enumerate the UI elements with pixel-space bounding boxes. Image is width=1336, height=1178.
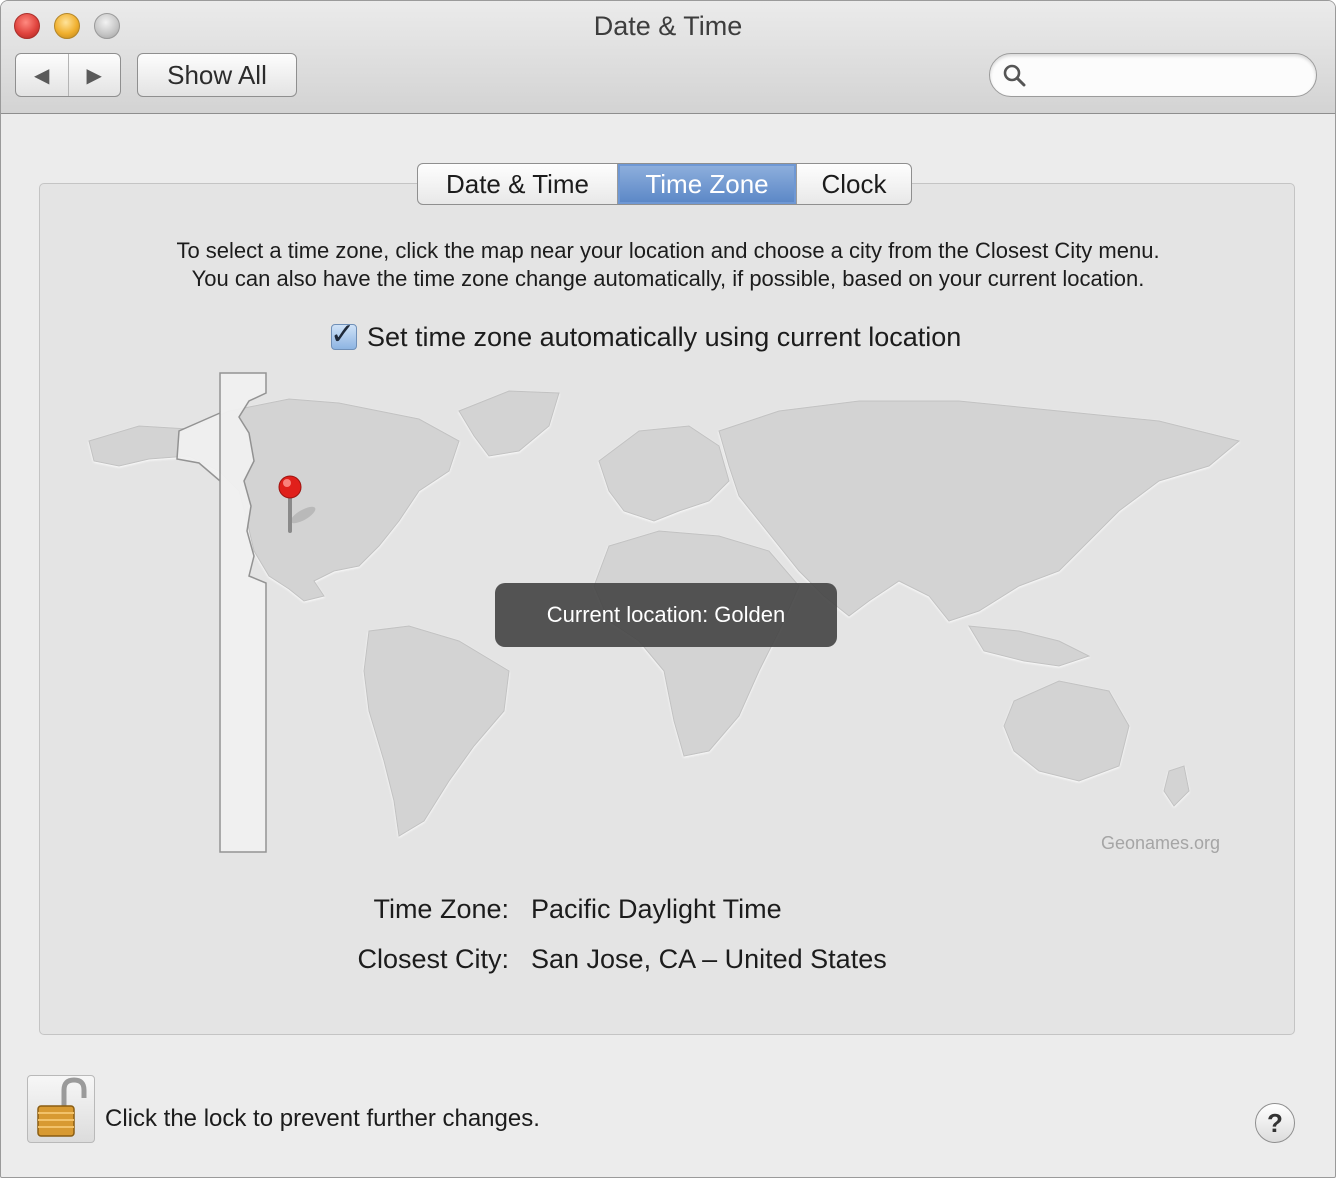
chevron-right-icon: ▶ — [86, 64, 102, 87]
back-button[interactable]: ◀ — [16, 54, 68, 96]
tab-date-time[interactable]: Date & Time — [418, 164, 617, 204]
checkmark-icon: ✓ — [330, 318, 356, 351]
current-location-tooltip: Current location: Golden — [495, 583, 837, 647]
tab-clock[interactable]: Clock — [796, 164, 911, 204]
title-bar: Date & Time ◀ ▶ Show All — [1, 1, 1335, 114]
search-input[interactable] — [1034, 60, 1302, 90]
question-mark-icon: ? — [1267, 1107, 1283, 1138]
search-icon — [1003, 64, 1026, 87]
show-all-button[interactable]: Show All — [137, 53, 297, 97]
auto-time-zone-option[interactable]: ✓ Set time zone automatically using curr… — [330, 318, 962, 353]
tab-time-zone[interactable]: Time Zone — [617, 164, 796, 204]
australia-landmass — [1003, 680, 1130, 782]
auto-time-zone-label: Set time zone automatically using curren… — [367, 321, 962, 352]
closest-city-label: Closest City: — [357, 944, 509, 974]
map-credit: Geonames.org — [1101, 833, 1221, 853]
time-zone-value: Pacific Daylight Time — [531, 894, 782, 924]
lock-status-text: Click the lock to prevent further change… — [105, 1105, 540, 1132]
chevron-left-icon: ◀ — [34, 64, 50, 87]
open-padlock-icon — [37, 1077, 87, 1137]
europe-landmass — [598, 425, 730, 522]
north-america-landmass — [88, 398, 460, 602]
time-zone-label: Time Zone: — [373, 894, 509, 924]
forward-button[interactable]: ▶ — [67, 54, 121, 96]
back-forward-control: ◀ ▶ — [15, 53, 121, 97]
instructions-line-1: To select a time zone, click the map nea… — [176, 238, 1160, 263]
closest-city-popup[interactable]: San Jose, CA – United States — [531, 944, 887, 975]
lock-button[interactable] — [27, 1075, 95, 1143]
search-field[interactable] — [989, 53, 1317, 97]
map-pin-icon — [278, 475, 316, 533]
greenland-landmass — [458, 390, 560, 457]
southeast-asia-islands — [968, 625, 1091, 667]
south-america-landmass — [363, 625, 510, 837]
auto-time-zone-checkbox[interactable]: ✓ — [330, 318, 357, 351]
system-preferences-window: Date & Time ◀ ▶ Show All Date & Time Tim… — [0, 0, 1336, 1178]
instructions-text: To select a time zone, click the map nea… — [41, 237, 1295, 293]
instructions-line-2: You can also have the time zone change a… — [191, 266, 1145, 291]
tab-bar: Date & Time Time Zone Clock — [417, 163, 912, 205]
new-zealand-landmass — [1163, 765, 1190, 807]
help-button[interactable]: ? — [1255, 1103, 1295, 1143]
window-title: Date & Time — [593, 11, 743, 41]
